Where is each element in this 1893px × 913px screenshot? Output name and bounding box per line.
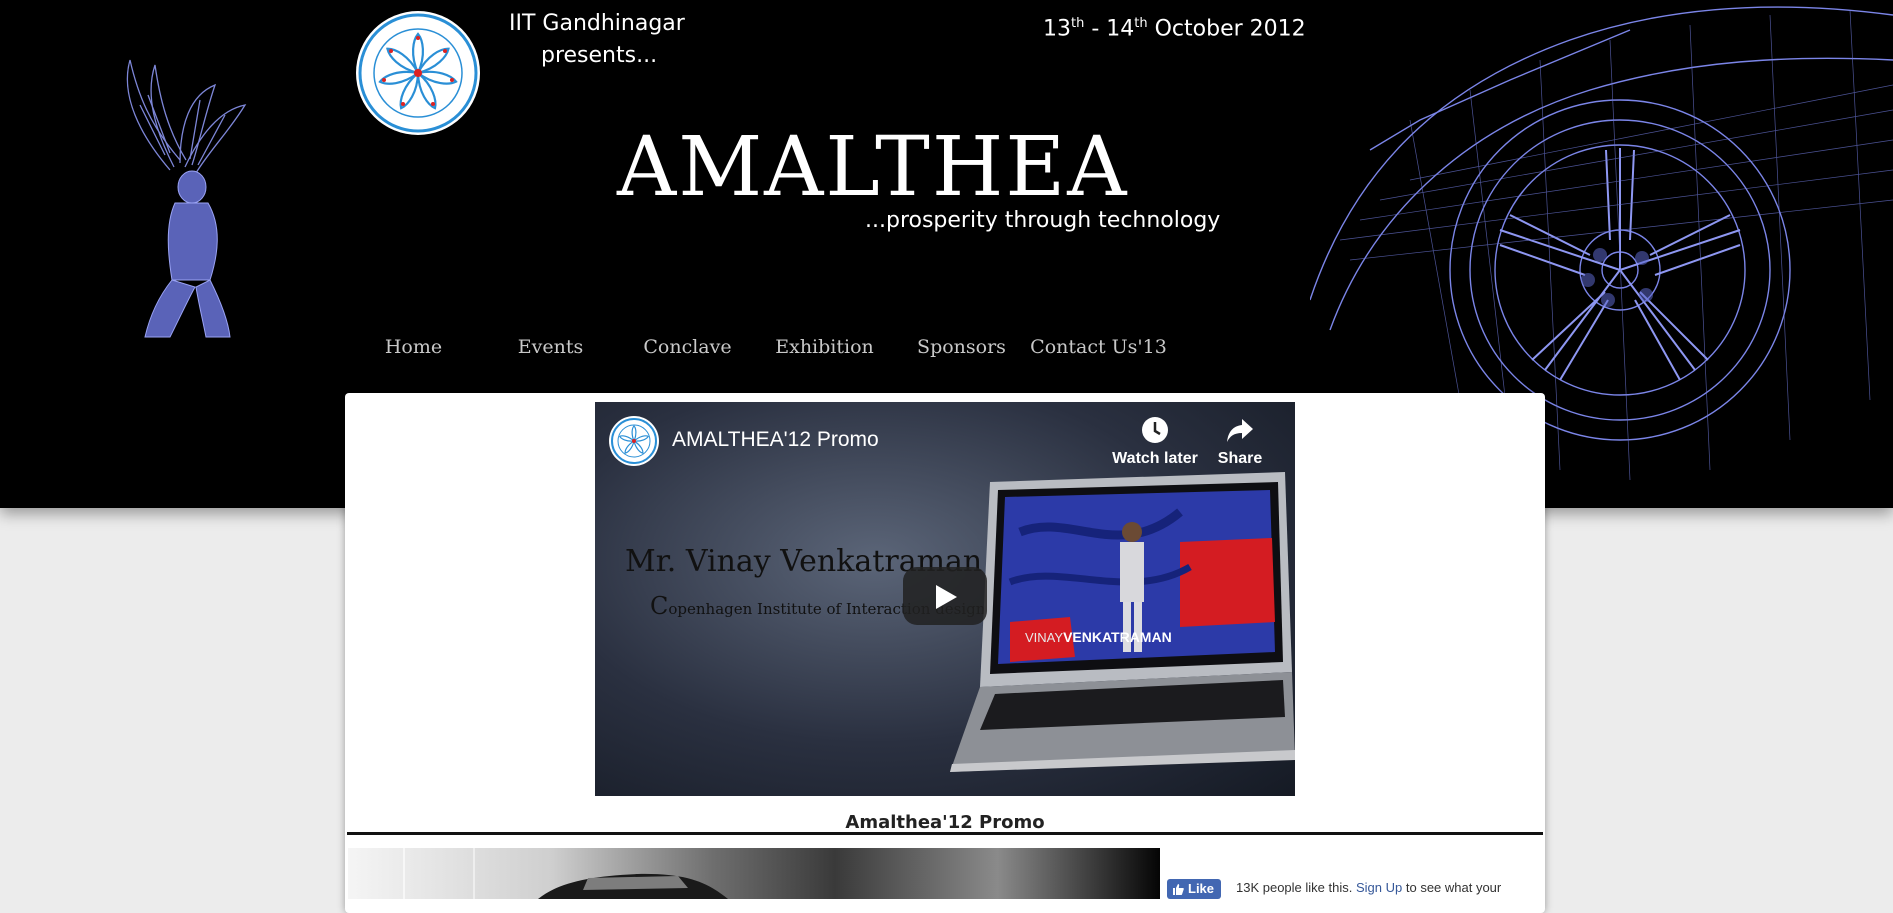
share-arrow-icon: [1227, 419, 1253, 442]
angel-statue-image: [126, 59, 247, 338]
speaker-org-initial: C: [650, 592, 669, 620]
channel-logo-icon: [611, 418, 657, 464]
nav-conclave[interactable]: Conclave: [619, 336, 756, 358]
like-suffix-text: to see what your: [1405, 880, 1502, 895]
play-icon: [936, 585, 957, 609]
nav-home[interactable]: Home: [345, 336, 482, 358]
promo-car-image[interactable]: [348, 848, 1160, 899]
watch-later-button[interactable]: Watch later: [1105, 416, 1205, 468]
facebook-like-text: 13K people like this. Sign Up to see wha…: [1236, 880, 1501, 895]
end-day: 14: [1106, 16, 1135, 42]
video-player[interactable]: AMALTHEA'12 Promo Watch later Share Mr. …: [595, 402, 1295, 796]
thumbs-up-icon: [1173, 884, 1184, 895]
share-label: Share: [1217, 450, 1263, 467]
presenter-text: IIT Gandhinagar: [509, 11, 685, 36]
laptop-caption-last: VENKATRAMAN: [1063, 629, 1172, 645]
section-divider: [347, 832, 1543, 835]
like-label: Like: [1188, 881, 1215, 896]
presents-text: presents...: [541, 43, 658, 68]
nav-contact-us[interactable]: Contact Us'13: [1030, 336, 1167, 358]
laptop-thumbnail: VINAYVENKATRAMAN: [950, 472, 1295, 772]
event-dates: 13th - 14th October 2012: [1043, 8, 1306, 45]
clock-icon: [1142, 417, 1168, 443]
play-button[interactable]: [903, 567, 987, 625]
site-title: AMALTHEA: [617, 120, 1129, 215]
share-button[interactable]: Share: [1205, 416, 1275, 468]
month-year: October 2012: [1147, 16, 1306, 42]
car-photo-graphic: [403, 848, 728, 899]
video-title[interactable]: AMALTHEA'12 Promo: [672, 428, 879, 452]
video-caption: Amalthea'12 Promo: [845, 812, 1045, 833]
svg-text:VINAYVENKATRAMAN: VINAYVENKATRAMAN: [1025, 629, 1172, 645]
facebook-like-button[interactable]: Like: [1167, 879, 1222, 899]
facebook-signup-link[interactable]: Sign Up: [1356, 880, 1402, 895]
start-day-suffix: th: [1071, 16, 1085, 31]
iit-gandhinagar-logo[interactable]: [355, 10, 481, 136]
laptop-caption-first: VINAY: [1025, 630, 1063, 645]
nav-exhibition[interactable]: Exhibition: [756, 336, 893, 358]
channel-avatar[interactable]: [609, 416, 659, 466]
date-separator: -: [1084, 16, 1107, 42]
nav-sponsors[interactable]: Sponsors: [893, 336, 1030, 358]
start-day: 13: [1043, 16, 1071, 42]
end-day-suffix: th: [1134, 16, 1148, 31]
nav-events[interactable]: Events: [482, 336, 619, 358]
site-tagline: ...prosperity through technology: [865, 208, 1221, 233]
like-count-text: 13K people like this.: [1236, 880, 1353, 895]
watch-later-label: Watch later: [1112, 450, 1198, 467]
